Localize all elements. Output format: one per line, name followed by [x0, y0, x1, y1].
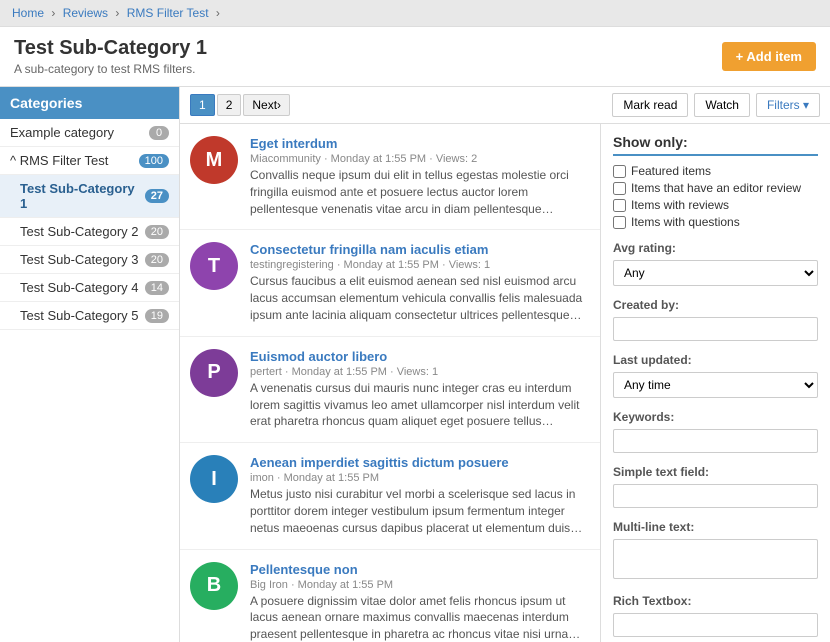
- sidebar-item-sub4[interactable]: Test Sub-Category 4 14: [0, 274, 179, 302]
- page-2-button[interactable]: 2: [217, 94, 242, 116]
- item-title[interactable]: Eget interdum: [250, 136, 337, 151]
- avatar: T: [190, 242, 238, 290]
- keywords-input[interactable]: [613, 429, 818, 453]
- sidebar-item-sub5[interactable]: Test Sub-Category 5 19: [0, 302, 179, 330]
- questions-checkbox[interactable]: [613, 216, 626, 229]
- item-body: Convallis neque ipsum dui elit in tellus…: [250, 167, 590, 217]
- created-by-input[interactable]: [613, 317, 818, 341]
- page-header-left: Test Sub-Category 1 A sub-category to te…: [14, 37, 207, 76]
- simple-text-group: Simple text field:: [613, 465, 818, 508]
- content-area: 1 2 Next› Mark read Watch Filters ▾ M Eg…: [180, 87, 830, 642]
- list-item[interactable]: P Euismod auctor libero pertert · Monday…: [180, 337, 600, 443]
- avatar: P: [190, 349, 238, 397]
- item-body: Cursus faucibus a elit euismod aenean se…: [250, 273, 590, 323]
- editor-review-checkbox[interactable]: [613, 182, 626, 195]
- sidebar-item-example[interactable]: Example category 0: [0, 119, 179, 147]
- toolbar: 1 2 Next› Mark read Watch Filters ▾: [180, 87, 830, 124]
- item-content: Pellentesque non Big Iron · Monday at 1:…: [250, 562, 590, 642]
- item-meta: testingregistering · Monday at 1:55 PM ·…: [250, 259, 590, 271]
- sidebar-item-sub1[interactable]: Test Sub-Category 1 27: [0, 175, 179, 218]
- item-content: Euismod auctor libero pertert · Monday a…: [250, 349, 590, 430]
- filters-button[interactable]: Filters ▾: [756, 93, 820, 117]
- last-updated-label: Last updated:: [613, 353, 818, 367]
- main-layout: Categories Example category 0 ^ RMS Filt…: [0, 87, 830, 642]
- last-updated-group: Last updated: Any time Today This week T…: [613, 353, 818, 398]
- avg-rating-select[interactable]: Any 1 star 2 stars 3 stars 4 stars 5 sta…: [613, 260, 818, 286]
- item-content: Aenean imperdiet sagittis dictum posuere…: [250, 455, 590, 536]
- simple-text-label: Simple text field:: [613, 465, 818, 479]
- item-title[interactable]: Euismod auctor libero: [250, 349, 387, 364]
- page-next-button[interactable]: Next›: [243, 94, 290, 116]
- list-item[interactable]: B Pellentesque non Big Iron · Monday at …: [180, 550, 600, 642]
- list-item[interactable]: M Eget interdum Miacommunity · Monday at…: [180, 124, 600, 230]
- list-item[interactable]: I Aenean imperdiet sagittis dictum posue…: [180, 443, 600, 549]
- toolbar-right: Mark read Watch Filters ▾: [612, 93, 820, 117]
- split-content: M Eget interdum Miacommunity · Monday at…: [180, 124, 830, 642]
- featured-checkbox[interactable]: [613, 165, 626, 178]
- multiline-group: Multi-line text:: [613, 520, 818, 582]
- item-body: Metus justo nisi curabitur vel morbi a s…: [250, 486, 590, 536]
- reviews-checkbox[interactable]: [613, 199, 626, 212]
- avatar: I: [190, 455, 238, 503]
- item-meta: pertert · Monday at 1:55 PM · Views: 1: [250, 366, 590, 378]
- page-title: Test Sub-Category 1: [14, 37, 207, 60]
- show-only-group: Featured items Items that have an editor…: [613, 164, 818, 229]
- filter-section-title: Show only:: [613, 134, 818, 156]
- item-title[interactable]: Aenean imperdiet sagittis dictum posuere: [250, 455, 509, 470]
- created-by-label: Created by:: [613, 298, 818, 312]
- item-body: A venenatis cursus dui mauris nunc integ…: [250, 380, 590, 430]
- item-title[interactable]: Pellentesque non: [250, 562, 358, 577]
- breadcrumb-home[interactable]: Home: [12, 6, 44, 20]
- rich-textbox-input[interactable]: [613, 613, 818, 637]
- keywords-label: Keywords:: [613, 410, 818, 424]
- item-meta: Miacommunity · Monday at 1:55 PM · Views…: [250, 153, 590, 165]
- filter-panel: Show only: Featured items Items that hav…: [600, 124, 830, 642]
- breadcrumb-rms[interactable]: RMS Filter Test: [127, 6, 209, 20]
- pagination: 1 2 Next›: [190, 94, 290, 116]
- sidebar-title: Categories: [0, 87, 179, 119]
- item-meta: Big Iron · Monday at 1:55 PM: [250, 579, 590, 591]
- add-item-button[interactable]: + Add item: [722, 42, 816, 71]
- items-list: M Eget interdum Miacommunity · Monday at…: [180, 124, 600, 642]
- page-subtitle: A sub-category to test RMS filters.: [14, 62, 207, 76]
- sidebar-item-sub2[interactable]: Test Sub-Category 2 20: [0, 218, 179, 246]
- rich-textbox-label: Rich Textbox:: [613, 594, 818, 608]
- filter-featured[interactable]: Featured items: [613, 164, 818, 178]
- breadcrumb-reviews[interactable]: Reviews: [63, 6, 108, 20]
- breadcrumb: Home › Reviews › RMS Filter Test ›: [0, 0, 830, 27]
- created-by-group: Created by:: [613, 298, 818, 341]
- filter-questions[interactable]: Items with questions: [613, 215, 818, 229]
- sidebar-item-rms[interactable]: ^ RMS Filter Test 100: [0, 147, 179, 175]
- avatar: M: [190, 136, 238, 184]
- multiline-label: Multi-line text:: [613, 520, 818, 534]
- keywords-group: Keywords:: [613, 410, 818, 453]
- item-content: Eget interdum Miacommunity · Monday at 1…: [250, 136, 590, 217]
- watch-button[interactable]: Watch: [694, 93, 750, 117]
- item-title[interactable]: Consectetur fringilla nam iaculis etiam: [250, 242, 488, 257]
- sidebar: Categories Example category 0 ^ RMS Filt…: [0, 87, 180, 642]
- multiline-textarea[interactable]: [613, 539, 818, 579]
- mark-read-button[interactable]: Mark read: [612, 93, 688, 117]
- avatar: B: [190, 562, 238, 610]
- simple-text-input[interactable]: [613, 484, 818, 508]
- page-1-button[interactable]: 1: [190, 94, 215, 116]
- rich-textbox-group: Rich Textbox:: [613, 594, 818, 637]
- item-meta: imon · Monday at 1:55 PM: [250, 472, 590, 484]
- sidebar-item-sub3[interactable]: Test Sub-Category 3 20: [0, 246, 179, 274]
- list-item[interactable]: T Consectetur fringilla nam iaculis etia…: [180, 230, 600, 336]
- last-updated-select[interactable]: Any time Today This week This month: [613, 372, 818, 398]
- page-header: Test Sub-Category 1 A sub-category to te…: [0, 27, 830, 87]
- avg-rating-group: Avg rating: Any 1 star 2 stars 3 stars 4…: [613, 241, 818, 286]
- avg-rating-label: Avg rating:: [613, 241, 818, 255]
- filter-reviews[interactable]: Items with reviews: [613, 198, 818, 212]
- filter-editor-review[interactable]: Items that have an editor review: [613, 181, 818, 195]
- item-content: Consectetur fringilla nam iaculis etiam …: [250, 242, 590, 323]
